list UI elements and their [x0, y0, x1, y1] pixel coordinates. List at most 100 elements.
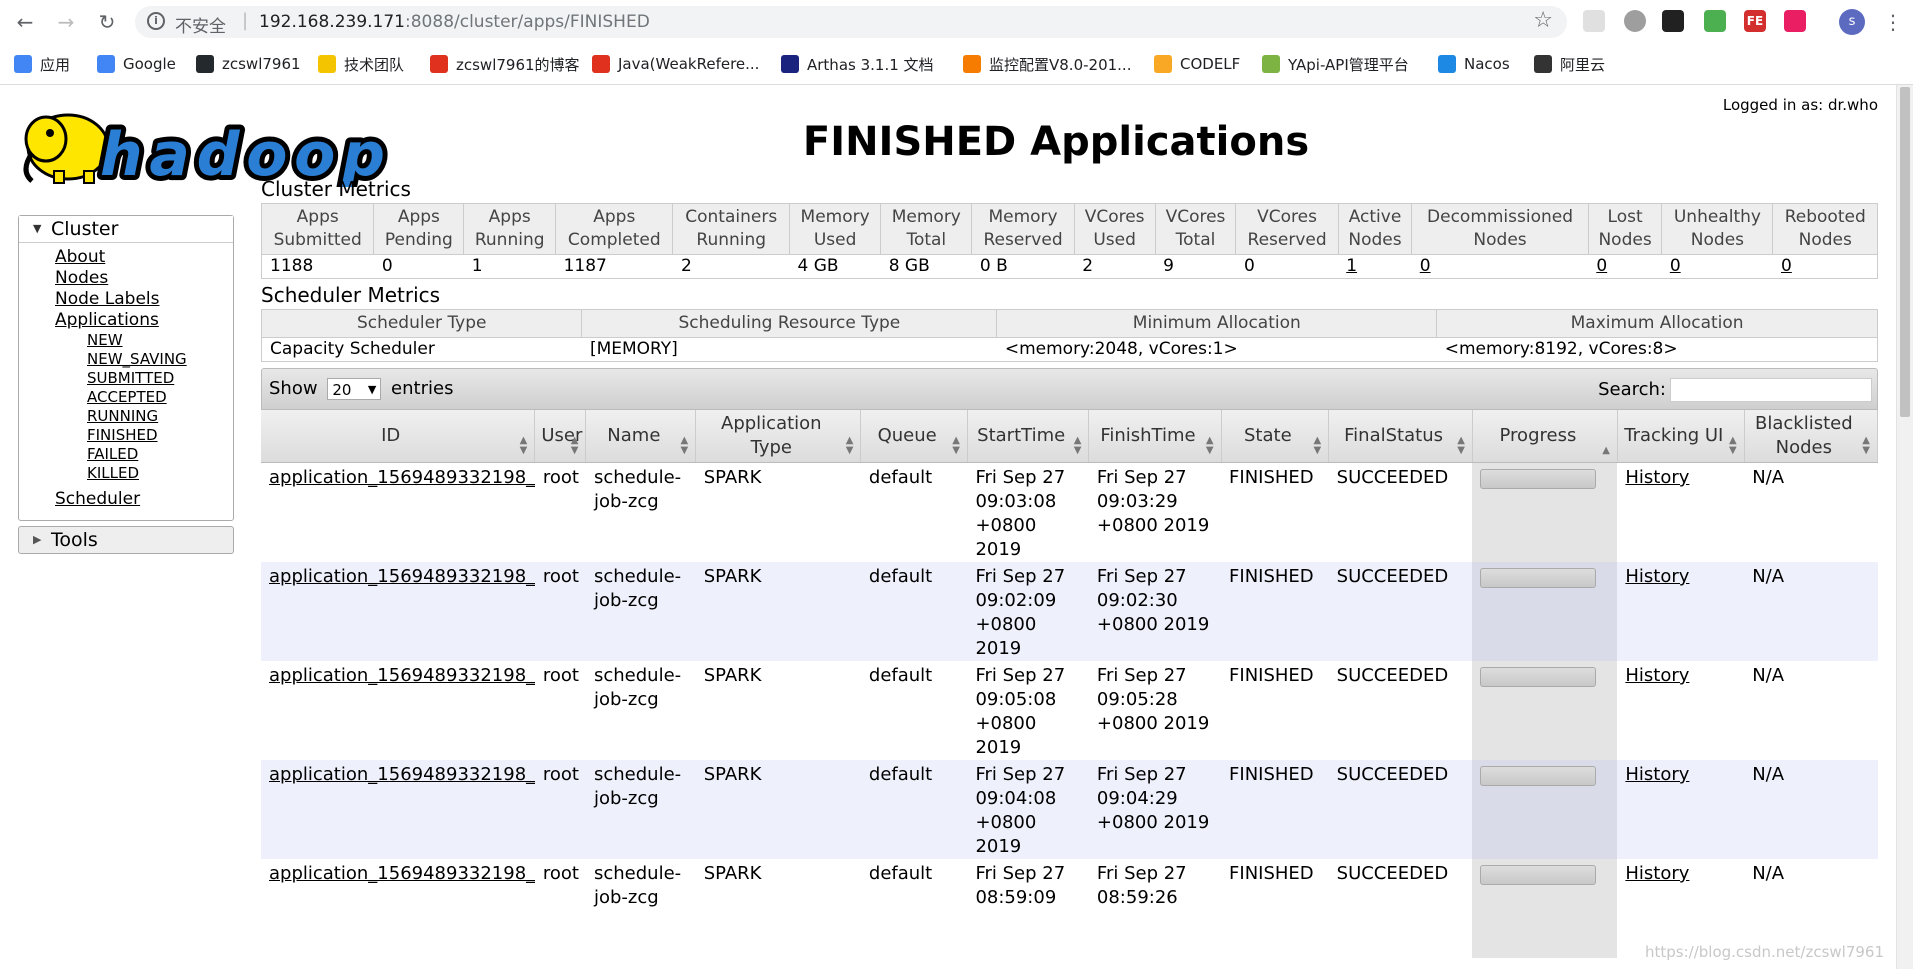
cell-progress [1472, 859, 1618, 958]
metric-link[interactable]: 0 [1596, 256, 1607, 276]
metric-link[interactable]: 0 [1781, 256, 1792, 276]
cell-queue: default [868, 665, 933, 686]
extension-icon[interactable] [1704, 10, 1726, 32]
metric-link[interactable]: 0 [1420, 256, 1431, 276]
column-header-id[interactable]: ID ▲ ▼ [261, 410, 536, 463]
sidebar-link-running[interactable]: RUNNING [87, 407, 233, 426]
history-link[interactable]: History [1625, 863, 1689, 884]
application-id-link[interactable]: application_1569489332198_0940 [269, 566, 535, 587]
progress-bar [1480, 865, 1597, 885]
cell-start: Fri Sep 27 08:59:09 [975, 863, 1066, 908]
bookmark-label: Nacos [1464, 55, 1510, 73]
cell-user: root [534, 562, 586, 661]
cell-id: application_1569489332198_0940 [261, 562, 535, 661]
cell-progress [1472, 661, 1618, 760]
sidebar-link-new[interactable]: NEW [87, 331, 233, 350]
metric-link[interactable]: 0 [1670, 256, 1681, 276]
history-link[interactable]: History [1625, 665, 1689, 686]
info-icon[interactable]: i [147, 12, 165, 30]
metric-value: 4 GB [789, 254, 881, 279]
column-header-starttime[interactable]: StartTime ▲ ▼ [967, 410, 1090, 463]
sidebar-link-about[interactable]: About [55, 247, 233, 268]
table-row: application_1569489332198_0940rootschedu… [261, 562, 1878, 661]
bookmark-item[interactable]: Arthas 3.1.1 文档 [781, 53, 934, 75]
vertical-scrollbar[interactable] [1896, 85, 1913, 969]
tools-header[interactable]: ▶ Tools [18, 526, 234, 554]
metric-value: 1187 [555, 254, 673, 279]
column-header-finalstatus[interactable]: FinalStatus ▲ ▼ [1328, 410, 1473, 463]
page-title: FINISHED Applications [802, 119, 1310, 165]
url-text[interactable]: 192.168.239.171:8088/cluster/apps/FINISH… [259, 12, 650, 32]
bookmark-item[interactable]: zcswl7961 [196, 53, 301, 75]
bookmark-star-icon[interactable]: ☆ [1533, 8, 1553, 33]
sidebar-link-failed[interactable]: FAILED [87, 445, 233, 464]
cell-start: Fri Sep 27 09:04:08 +0800 2019 [967, 760, 1089, 859]
cell-blacklisted: N/A [1752, 665, 1785, 686]
search-input[interactable] [1670, 378, 1872, 402]
cluster-header[interactable]: ▼ Cluster [19, 216, 233, 243]
bookmark-item[interactable]: 技术团队 [318, 53, 404, 75]
entries-select[interactable]: 20 ▼ [327, 378, 382, 400]
application-id-link[interactable]: application_1569489332198_0937 [269, 863, 535, 884]
bookmark-item[interactable]: CODELF [1154, 53, 1240, 75]
reload-icon[interactable]: ↻ [94, 9, 120, 35]
cell-queue: default [860, 562, 968, 661]
back-arrow-icon[interactable]: ← [12, 9, 38, 35]
history-link[interactable]: History [1625, 764, 1689, 785]
metric-header: Memory Reserved [971, 203, 1075, 255]
bookmark-item[interactable]: YApi-API管理平台 [1262, 53, 1409, 75]
application-id-link[interactable]: application_1569489332198_0942 [269, 764, 535, 785]
bookmark-item[interactable]: Google [97, 53, 176, 75]
extension-icon[interactable] [1583, 10, 1605, 32]
bookmark-item[interactable]: zcswl7961的博客 [430, 53, 580, 75]
application-id-link[interactable]: application_1569489332198_0943 [269, 665, 535, 686]
sidebar-link-scheduler[interactable]: Scheduler [55, 489, 233, 510]
bookmark-item[interactable]: 应用 [14, 53, 70, 75]
extension-icon[interactable] [1624, 10, 1646, 32]
column-header-user[interactable]: User ▲ ▼ [534, 410, 587, 463]
sidebar-link-new_saving[interactable]: NEW_SAVING [87, 350, 233, 369]
menu-dots-icon[interactable]: ⋮ [1883, 9, 1903, 35]
bookmark-label: 技术团队 [344, 55, 405, 74]
column-header-finishtime[interactable]: FinishTime ▲ ▼ [1088, 410, 1222, 463]
bookmark-item[interactable]: Nacos [1438, 53, 1510, 75]
profile-avatar[interactable]: s [1839, 9, 1865, 35]
bookmark-item[interactable]: 阿里云 [1534, 53, 1605, 75]
cell-queue: default [860, 760, 968, 859]
sidebar-link-accepted[interactable]: ACCEPTED [87, 388, 233, 407]
sidebar-link-submitted[interactable]: SUBMITTED [87, 369, 233, 388]
column-header-state[interactable]: State ▲ ▼ [1221, 410, 1330, 463]
application-id-link[interactable]: application_1569489332198_0941 [269, 467, 535, 488]
page-content: hadoop hadoop FINISHED Applications Logg… [0, 85, 1896, 969]
fe-extension-icon[interactable]: FE [1744, 10, 1766, 32]
sidebar-link-finished[interactable]: FINISHED [87, 426, 233, 445]
sidebar-link-applications[interactable]: Applications [55, 310, 233, 331]
cell-id: application_1569489332198_0943 [261, 661, 535, 760]
database-extension-icon[interactable] [1662, 10, 1684, 32]
column-header-queue[interactable]: Queue ▲ ▼ [860, 410, 968, 463]
bookmark-item[interactable]: Java(WeakRefere... [592, 53, 759, 75]
sidebar-link-nodes[interactable]: Nodes [55, 268, 233, 289]
column-header-name[interactable]: Name ▲ ▼ [585, 410, 697, 463]
bookmark-item[interactable]: 监控配置V8.0-201... [963, 53, 1131, 75]
forward-arrow-icon[interactable]: → [53, 9, 79, 35]
column-header-tracking-ui[interactable]: Tracking UI ▲ ▼ [1617, 410, 1745, 463]
sidebar-link-node-labels[interactable]: Node Labels [55, 289, 233, 310]
scrollbar-thumb[interactable] [1900, 87, 1910, 417]
sidebar-link-killed[interactable]: KILLED [87, 464, 233, 483]
sort-arrows-icon: ▲ ▼ [1728, 435, 1737, 456]
address-bar[interactable]: i 不安全 | 192.168.239.171:8088/cluster/app… [135, 6, 1567, 38]
column-header-application-type[interactable]: Application Type ▲ ▼ [695, 410, 862, 463]
column-header-progress[interactable]: Progress ▲ [1472, 410, 1618, 463]
column-header-blacklisted-nodes[interactable]: Blacklisted Nodes ▲ ▼ [1744, 410, 1879, 463]
bookmark-label: 监控配置V8.0-201... [989, 55, 1132, 74]
history-link[interactable]: History [1625, 467, 1689, 488]
sidebar: ▼ Cluster About Nodes Node Labels Applicati… [18, 215, 234, 554]
cell-user: root [542, 665, 579, 686]
cell-finish: Fri Sep 27 09:04:29 +0800 2019 [1088, 760, 1222, 859]
metric-link[interactable]: 1 [1346, 256, 1357, 276]
cell-type: SPARK [695, 562, 861, 661]
extension-icon[interactable] [1784, 10, 1806, 32]
history-link[interactable]: History [1625, 566, 1689, 587]
cell-finish: Fri Sep 27 08:59:26 [1096, 863, 1187, 908]
